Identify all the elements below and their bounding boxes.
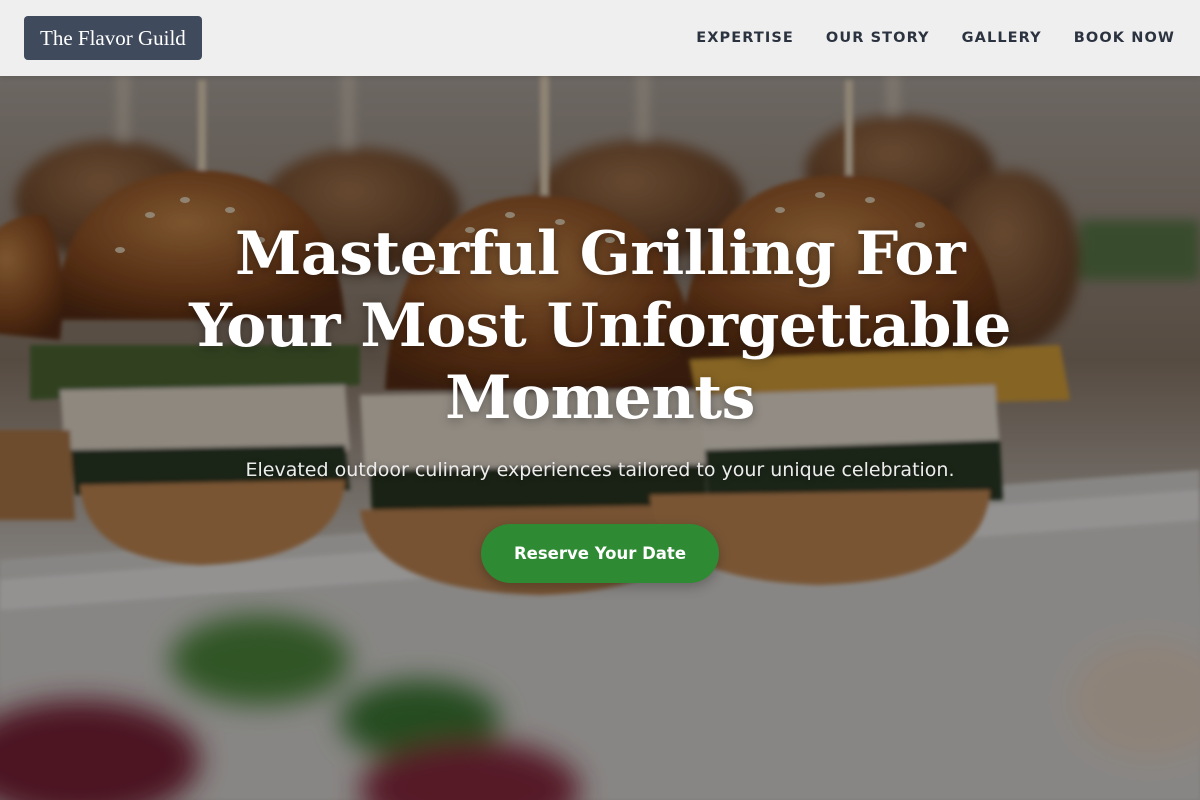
brand-logo[interactable]: The Flavor Guild (24, 16, 202, 60)
hero-section: Masterful Grilling For Your Most Unforge… (0, 0, 1200, 800)
page: The Flavor Guild EXPERTISE OUR STORY GAL… (0, 0, 1200, 800)
hero-title: Masterful Grilling For Your Most Unforge… (100, 218, 1100, 434)
nav-link-book-now[interactable]: BOOK NOW (1074, 30, 1175, 46)
hero-title-line: Your Most Unforgettable (189, 291, 1011, 361)
nav-link-our-story[interactable]: OUR STORY (826, 30, 930, 46)
nav-link-expertise[interactable]: EXPERTISE (696, 30, 794, 46)
hero-title-line: Moments (445, 363, 755, 433)
hero-subtitle: Elevated outdoor culinary experiences ta… (245, 459, 955, 481)
hero-title-line: Masterful Grilling For (234, 219, 966, 289)
nav-link-gallery[interactable]: GALLERY (962, 30, 1042, 46)
nav-links: EXPERTISE OUR STORY GALLERY BOOK NOW (696, 0, 1175, 76)
reserve-date-button[interactable]: Reserve Your Date (481, 524, 719, 583)
navbar: The Flavor Guild EXPERTISE OUR STORY GAL… (0, 0, 1200, 76)
